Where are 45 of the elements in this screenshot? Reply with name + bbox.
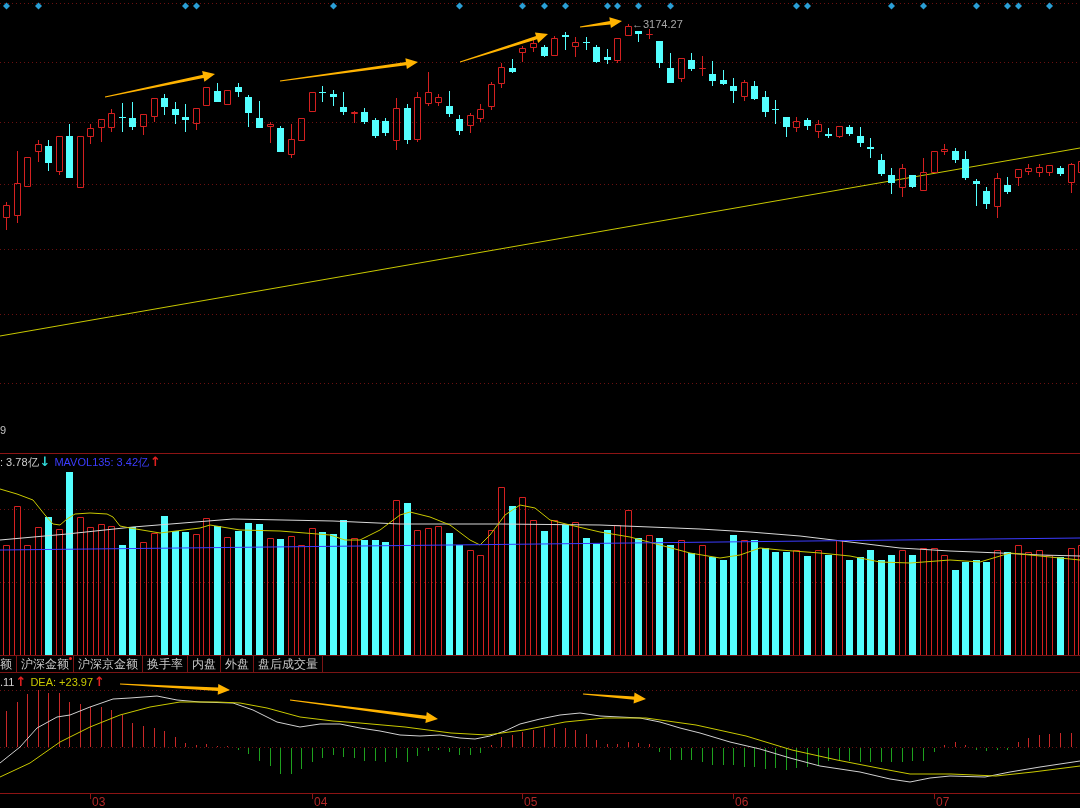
- trend-arrow-icon: ↑: [150, 455, 161, 469]
- diamond-marker-icon: [888, 2, 895, 10]
- diamond-marker-icon: [562, 2, 569, 10]
- diamond-marker-icon: [456, 2, 463, 10]
- indicator-tab[interactable]: 外盘: [221, 656, 254, 672]
- high-price-label: ←3174.27: [632, 18, 683, 30]
- month-label: 05: [524, 795, 538, 808]
- diamond-marker-icon: [3, 2, 10, 10]
- diamond-marker-icon: [614, 2, 621, 10]
- diamond-marker-icon: [193, 2, 200, 10]
- month-label: 07: [936, 795, 950, 808]
- diamond-marker-icon: [1046, 2, 1053, 10]
- indicator-tab[interactable]: 内盘: [188, 656, 221, 672]
- diamond-marker-icon: [182, 2, 189, 10]
- diamond-marker-icon: [1004, 2, 1011, 10]
- indicator-tab[interactable]: 沪深京金额: [74, 656, 143, 672]
- price-axis-label: 9: [0, 424, 7, 436]
- trend-arrow-icon: ↓: [39, 455, 51, 469]
- macd-legend-text: .11: [0, 676, 15, 688]
- macd-legend-text: DEA: +23.97: [30, 676, 94, 688]
- diamond-marker-icon: [35, 2, 42, 10]
- indicator-tab[interactable]: 额: [0, 656, 17, 672]
- diamond-marker-icon: [920, 2, 927, 10]
- month-label: 04: [314, 795, 328, 808]
- diamond-marker-icon: [519, 2, 526, 10]
- trend-arrow-icon: ↑: [94, 675, 105, 689]
- annotation-arrow: [583, 692, 646, 704]
- diamond-marker-icon: [793, 2, 800, 10]
- month-label: 06: [735, 795, 749, 808]
- indicator-tab[interactable]: 盘后成交量: [254, 656, 323, 672]
- volume-legend-text: : 3.78亿: [0, 454, 39, 470]
- diamond-marker-icon: [330, 2, 337, 10]
- diamond-marker-icon: [1015, 2, 1022, 10]
- indicator-tab[interactable]: 换手率: [143, 656, 188, 672]
- diamond-marker-icon: [541, 2, 548, 10]
- diamond-marker-icon: [804, 2, 811, 10]
- month-label: 03: [92, 795, 106, 808]
- trend-arrow-icon: ↑: [15, 675, 27, 689]
- annotation-arrow: [579, 17, 622, 29]
- diamond-marker-icon: [604, 2, 611, 10]
- diamond-marker-icon: [667, 2, 674, 10]
- diamond-marker-icon: [973, 2, 980, 10]
- diamond-marker-icon: [635, 2, 642, 10]
- indicator-tab[interactable]: 沪深金额: [17, 656, 74, 672]
- volume-legend-text: MAVOL135: 3.42亿: [54, 454, 149, 470]
